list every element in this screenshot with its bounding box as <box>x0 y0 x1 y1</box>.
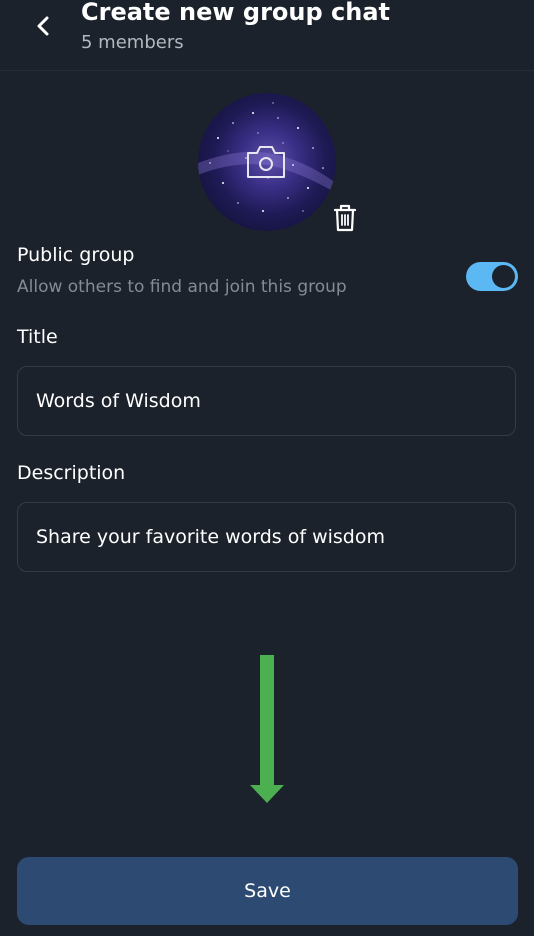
description-value: Share your favorite words of wisdom <box>36 526 386 548</box>
page-title: Create new group chat <box>81 0 391 26</box>
delete-avatar-button[interactable] <box>331 203 359 233</box>
save-button[interactable]: Save <box>17 857 518 925</box>
group-avatar[interactable] <box>198 93 336 231</box>
create-group-screen: Create new group chat 5 members Public g… <box>0 0 534 936</box>
description-label: Description <box>17 462 126 484</box>
toggle-knob <box>492 265 515 288</box>
trash-icon <box>333 204 357 232</box>
member-count: 5 members <box>81 32 184 53</box>
back-button[interactable] <box>30 12 58 40</box>
description-input[interactable]: Share your favorite words of wisdom <box>17 502 516 572</box>
header: Create new group chat 5 members <box>0 0 534 71</box>
camera-icon <box>247 146 285 178</box>
title-value: Words of Wisdom <box>36 390 201 412</box>
arrow-down-annotation <box>250 655 284 803</box>
title-input[interactable]: Words of Wisdom <box>17 366 516 436</box>
public-group-description: Allow others to find and join this group <box>17 277 347 297</box>
title-label: Title <box>17 326 58 348</box>
public-group-toggle[interactable] <box>466 262 518 291</box>
chevron-left-icon <box>37 16 49 36</box>
public-group-label: Public group <box>17 244 135 266</box>
